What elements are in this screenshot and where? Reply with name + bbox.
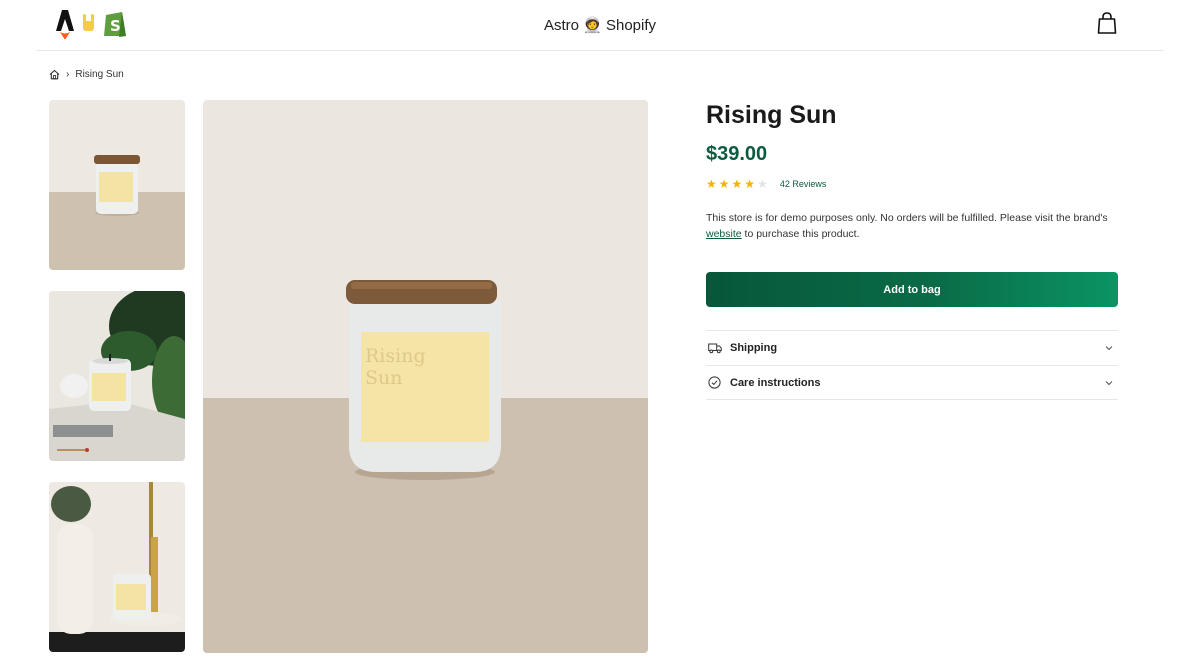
accordion-care-instructions[interactable]: Care instructions	[706, 365, 1118, 400]
brand-website-link[interactable]: website	[706, 228, 742, 240]
chevron-down-icon	[1105, 380, 1113, 385]
accordion-shipping-label: Shipping	[730, 342, 778, 354]
accordion-shipping[interactable]: Shipping	[706, 330, 1118, 365]
description-text-end: to purchase this product.	[741, 228, 860, 240]
site-title[interactable]: Astro 🧑‍🚀 Shopify	[36, 16, 1164, 34]
home-icon	[49, 69, 60, 80]
svg-text:Rising: Rising	[365, 345, 426, 367]
breadcrumb-home-link[interactable]	[49, 69, 60, 80]
breadcrumb-separator: ›	[66, 69, 70, 80]
star-empty-icon: ★	[757, 177, 768, 191]
product-title: Rising Sun	[706, 101, 837, 129]
truck-icon	[708, 341, 722, 355]
check-circle-icon	[708, 376, 722, 390]
gallery-thumbnail-3[interactable]	[49, 482, 185, 652]
reviews-link[interactable]: 42 Reviews	[780, 179, 827, 189]
svg-text:Sun: Sun	[365, 367, 403, 389]
product-rating: ★ ★ ★ ★ ★ 42 Reviews	[706, 178, 826, 190]
star-icon: ★	[744, 177, 756, 191]
star-icon: ★	[731, 177, 743, 191]
description-text: This store is for demo purposes only. No…	[706, 212, 1108, 224]
product-price: $39.00	[706, 143, 768, 165]
chevron-down-icon	[1105, 346, 1113, 351]
star-icon: ★	[718, 177, 730, 191]
shopping-bag-icon	[1097, 12, 1117, 34]
product-description: This store is for demo purposes only. No…	[706, 210, 1118, 242]
star-icon: ★	[706, 177, 717, 191]
gallery-thumbnail-2[interactable]	[49, 291, 185, 461]
breadcrumb: › Rising Sun	[49, 69, 124, 80]
breadcrumb-current: Rising Sun	[75, 69, 124, 80]
accordion-care-label: Care instructions	[730, 376, 821, 389]
site-header: S Astro 🧑‍🚀 Shopify	[36, 0, 1164, 51]
shopping-bag-button[interactable]	[1096, 11, 1118, 35]
add-to-bag-button[interactable]: Add to bag	[706, 272, 1118, 307]
gallery-thumbnail-1[interactable]	[49, 100, 185, 270]
main-product-image[interactable]: Rising Sun	[203, 100, 648, 653]
